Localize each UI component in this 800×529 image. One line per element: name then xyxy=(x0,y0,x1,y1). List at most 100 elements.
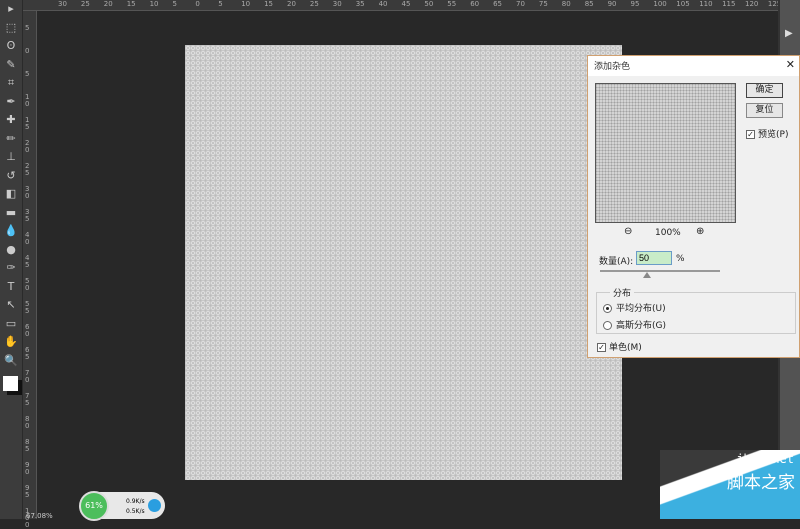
ruler-tick-label: 0 xyxy=(25,47,30,55)
gradient-tool-icon[interactable]: ▬ xyxy=(0,204,22,223)
ruler-tick-label: 35 xyxy=(355,0,365,8)
blur-tool-icon[interactable]: 💧 xyxy=(0,222,22,241)
radio-icon xyxy=(603,304,612,313)
ruler-tick-label: 35 xyxy=(25,208,30,223)
ruler-tick-label: 5 xyxy=(25,24,30,32)
eyedropper-tool-icon[interactable]: ✒ xyxy=(0,93,22,112)
ruler-tick-label: 10 xyxy=(241,0,251,8)
pen-tool-icon[interactable]: ✑ xyxy=(0,259,22,278)
ruler-tick-label: 25 xyxy=(309,0,319,8)
ruler-tick-label: 30 xyxy=(58,0,67,8)
ruler-tick-label: 20 xyxy=(287,0,296,8)
ruler-tick-label: 15 xyxy=(126,0,136,8)
ruler-tick-label: 10 xyxy=(25,93,30,108)
crop-tool-icon[interactable]: ⌗ xyxy=(0,74,22,93)
ruler-tick-label: 90 xyxy=(607,0,617,8)
ruler-tick-label: 40 xyxy=(378,0,388,8)
eraser-tool-icon[interactable]: ◧ xyxy=(0,185,22,204)
ruler-tick-label: 5 xyxy=(172,0,177,8)
brush-tool-icon[interactable]: ✏ xyxy=(0,130,22,149)
close-icon[interactable]: ✕ xyxy=(786,58,795,71)
ruler-tick-label: 40 xyxy=(25,231,30,246)
watermark-logo: jb51.net 脚本之家 xyxy=(660,450,800,519)
ruler-tick-label: 20 xyxy=(25,139,30,154)
dodge-tool-icon[interactable]: ● xyxy=(0,241,22,260)
shape-tool-icon[interactable]: ▭ xyxy=(0,315,22,334)
healing-tool-icon[interactable]: ✚ xyxy=(0,111,22,130)
vertical-ruler: 5 0 5 10 15 20 25 30 35 40 45 50 55 60 65 70 75 80 85 90 95 1… xyxy=(23,11,37,529)
zoom-in-icon[interactable]: ⊕ xyxy=(696,226,704,237)
gaussian-label: 高斯分布(G) xyxy=(616,321,666,331)
ruler-tick-label: 5 xyxy=(25,70,30,78)
amount-slider-track[interactable] xyxy=(600,270,720,272)
ruler-tick-label: 25 xyxy=(80,0,90,8)
move-tool-icon[interactable]: ▸ xyxy=(0,0,22,19)
add-noise-dialog: 添加杂色 ✕ 确定 复位 ✓预览(P) ⊖ 100% ⊕ 数量(A): % 分布… xyxy=(587,55,800,358)
amount-input[interactable] xyxy=(636,251,672,265)
ruler-tick-label: 90 xyxy=(25,461,30,476)
ruler-tick-label: 70 xyxy=(516,0,525,8)
check-icon: ✓ xyxy=(746,130,755,139)
zoom-tool-icon[interactable]: 🔍 xyxy=(0,352,22,371)
distribution-label: 分布 xyxy=(610,286,635,299)
ruler-tick-label: 105 xyxy=(676,0,690,8)
reset-button[interactable]: 复位 xyxy=(746,103,783,118)
ruler-tick-label: 80 xyxy=(25,415,30,430)
mono-label: 单色(M) xyxy=(609,343,642,353)
ruler-tick-label: 70 xyxy=(25,369,30,384)
ruler-tick-label: 115 xyxy=(722,0,736,8)
ruler-tick-label: 30 xyxy=(25,185,30,200)
marquee-tool-icon[interactable]: ⬚ xyxy=(0,19,22,38)
ruler-tick-label: 45 xyxy=(25,254,30,269)
speed-icon[interactable] xyxy=(148,499,161,512)
type-tool-icon[interactable]: T xyxy=(0,278,22,297)
history-brush-tool-icon[interactable]: ↺ xyxy=(0,167,22,186)
hand-tool-icon[interactable]: ✋ xyxy=(0,333,22,352)
ruler-tick-label: 45 xyxy=(401,0,411,8)
monochromatic-checkbox[interactable]: ✓ 单色(M) xyxy=(597,340,642,353)
usage-circle: 61% xyxy=(79,491,109,521)
ruler-tick-label: 100 xyxy=(653,0,667,8)
ruler-tick-label: 10 xyxy=(149,0,159,8)
ruler-tick-label: 60 xyxy=(25,323,30,338)
zoom-out-icon[interactable]: ⊖ xyxy=(624,226,632,237)
ruler-tick-label: 15 xyxy=(25,116,30,131)
ruler-tick-label: 75 xyxy=(538,0,548,8)
lasso-tool-icon[interactable]: ʘ xyxy=(0,37,22,56)
gaussian-radio[interactable]: 高斯分布(G) xyxy=(603,318,666,331)
upload-speed: 0.9K/s xyxy=(126,498,145,505)
preview-checkbox[interactable]: ✓ 预览(P) xyxy=(746,127,788,140)
ruler-tick-label: 80 xyxy=(561,0,571,8)
stamp-tool-icon[interactable]: ⊥ xyxy=(0,148,22,167)
ruler-tick-label: 95 xyxy=(25,484,30,499)
zoom-level: 100% xyxy=(655,228,681,238)
document-canvas[interactable] xyxy=(185,45,622,480)
ruler-tick-label: 85 xyxy=(25,438,30,453)
ok-button[interactable]: 确定 xyxy=(746,83,783,98)
ruler-tick-label: 95 xyxy=(630,0,640,8)
play-icon[interactable]: ▶ xyxy=(785,28,800,39)
horizontal-ruler: 30 25 20 15 10 5 0 5 10 15 20 25 30 35 40 45 50 55 60 65 70 7… xyxy=(23,0,800,11)
amount-slider-handle[interactable] xyxy=(643,272,651,278)
ruler-tick-label: 65 xyxy=(493,0,503,8)
ruler-tick-label: 110 xyxy=(699,0,713,8)
ruler-tick-label: 50 xyxy=(25,277,30,292)
ruler-tick-label: 85 xyxy=(584,0,594,8)
uniform-label: 平均分布(U) xyxy=(616,304,666,314)
ruler-tick-label: 60 xyxy=(470,0,480,8)
check-icon: ✓ xyxy=(597,343,606,352)
ruler-tick-label: 65 xyxy=(25,346,30,361)
ruler-tick-label: 25 xyxy=(25,162,30,177)
ruler-tick-label: 5 xyxy=(218,0,223,8)
amount-label: 数量(A): xyxy=(599,257,634,267)
ruler-tick-label: 30 xyxy=(332,0,342,8)
uniform-radio[interactable]: 平均分布(U) xyxy=(603,301,666,314)
toolbar: ▸ ⬚ ʘ ✎ ⌗ ✒ ✚ ✏ ⊥ ↺ ◧ ▬ 💧 ● ✑ T ↖ ▭ ✋ 🔍 xyxy=(0,0,23,519)
color-swatches[interactable] xyxy=(3,376,18,391)
path-select-tool-icon[interactable]: ↖ xyxy=(0,296,22,315)
dialog-title: 添加杂色 xyxy=(588,56,799,76)
network-widget: 61% 0.9K/s 0.5K/s xyxy=(79,491,165,521)
ruler-tick-label: 15 xyxy=(264,0,274,8)
ruler-tick-label: 50 xyxy=(424,0,434,8)
quick-select-tool-icon[interactable]: ✎ xyxy=(0,56,22,75)
